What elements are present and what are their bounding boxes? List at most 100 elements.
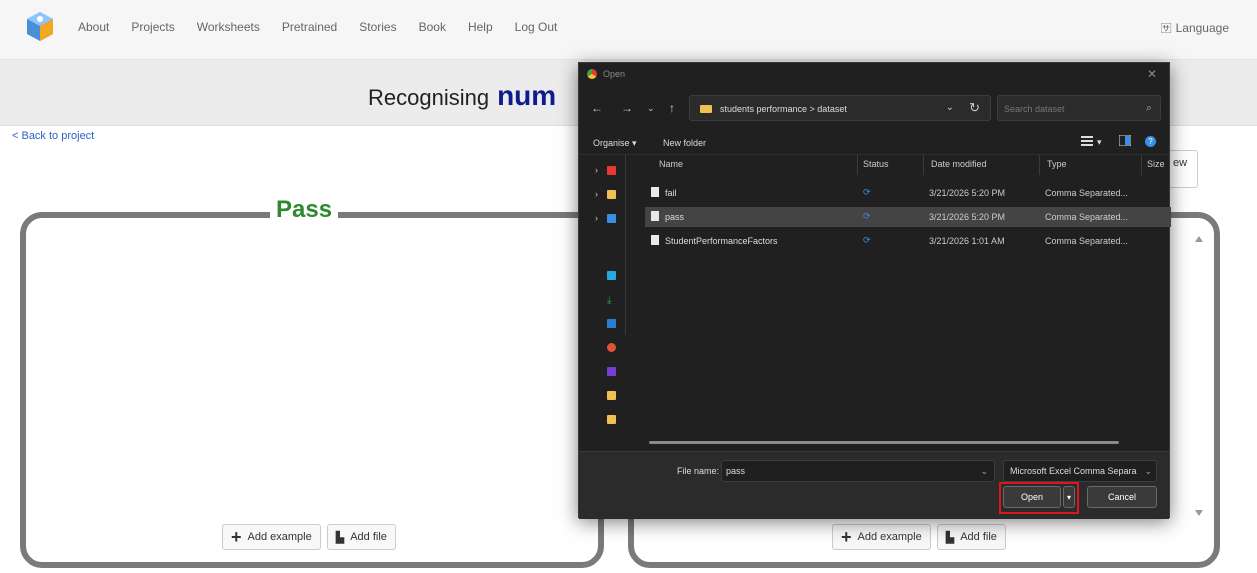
folder-icon [700, 105, 712, 113]
back-arrow-icon[interactable]: ← [591, 101, 603, 115]
recent-chevron-icon[interactable]: ⌄ [647, 103, 655, 114]
open-button[interactable]: Open [1003, 486, 1061, 508]
pass-bucket [20, 212, 604, 568]
this-pc-icon[interactable] [607, 214, 616, 223]
column-separator [1039, 155, 1040, 175]
file-row-selected[interactable]: pass ⟳ 3/21/2026 5:20 PM Comma Separated… [645, 207, 1171, 227]
dialog-toolbar: Organise ▾ New folder ▾ ? [579, 131, 1169, 155]
file-type: Comma Separated... [1045, 188, 1129, 198]
file-name-value: pass [726, 466, 746, 476]
file-type: Comma Separated... [1045, 236, 1129, 246]
scroll-up-arrow-icon[interactable] [1195, 236, 1203, 242]
plus-icon: + [231, 527, 242, 547]
organise-menu[interactable]: Organise ▾ [593, 138, 637, 149]
file-name-label: File name: [677, 466, 720, 476]
folder-icon[interactable] [607, 415, 616, 424]
pass-bucket-label: Pass [270, 196, 339, 224]
file-date: 3/21/2026 5:20 PM [929, 188, 1006, 198]
music-icon[interactable] [607, 343, 616, 352]
sync-icon: ⟳ [863, 211, 871, 221]
expand-chevron-icon[interactable]: › [595, 165, 598, 175]
file-type-value: Microsoft Excel Comma Separa [1010, 466, 1137, 476]
folder-icon[interactable] [607, 391, 616, 400]
chevron-down-icon[interactable]: ⌄ [980, 466, 988, 477]
file-row[interactable]: StudentPerformanceFactors ⟳ 3/21/2026 1:… [645, 231, 1171, 251]
expand-chevron-icon[interactable]: › [595, 213, 598, 223]
nav-worksheets[interactable]: Worksheets [197, 20, 260, 34]
language-label: Language [1175, 21, 1229, 35]
dialog-footer: File name: pass ⌄ Microsoft Excel Comma … [579, 451, 1169, 519]
address-bar[interactable]: students performance > dataset ⌄ ↻ [689, 95, 991, 121]
dialog-titlebar: Open ✕ [579, 63, 1169, 85]
nav-logout[interactable]: Log Out [515, 20, 558, 34]
file-name: fail [665, 188, 677, 198]
add-file-button-right[interactable]: ▙ Add file [936, 524, 1006, 550]
column-separator [1141, 155, 1142, 175]
column-type[interactable]: Type [1047, 159, 1067, 169]
column-status[interactable]: Status [863, 159, 889, 169]
videos-icon[interactable] [607, 367, 616, 376]
column-separator [857, 155, 858, 175]
translate-icon: 🈂 [1160, 23, 1172, 35]
nav-projects[interactable]: Projects [131, 20, 174, 34]
refresh-icon[interactable]: ↻ [969, 100, 980, 116]
nav-about[interactable]: About [78, 20, 109, 34]
expand-chevron-icon[interactable]: › [595, 189, 598, 199]
search-input[interactable]: Search dataset ⌕ [997, 95, 1161, 121]
preview-pane-icon[interactable] [1119, 135, 1131, 146]
column-name[interactable]: Name [659, 159, 683, 169]
file-name: pass [665, 212, 685, 222]
file-name-input[interactable]: pass ⌄ [721, 460, 995, 482]
chevron-down-icon: ⌄ [1144, 466, 1152, 476]
file-date: 3/21/2026 1:01 AM [929, 236, 1005, 246]
view-chevron-icon[interactable]: ▾ [1097, 137, 1102, 148]
file-icon [651, 187, 659, 197]
language-selector[interactable]: 🈂 Language [1161, 20, 1229, 36]
folder-icon[interactable] [607, 190, 616, 199]
add-file-label: Add file [350, 531, 387, 543]
address-chevron-icon[interactable]: ⌄ [946, 102, 954, 113]
home-icon[interactable] [607, 166, 616, 175]
cancel-button[interactable]: Cancel [1087, 486, 1157, 508]
horizontal-scrollbar[interactable] [649, 441, 1119, 444]
nav-book[interactable]: Book [419, 20, 446, 34]
file-icon: ▙ [945, 531, 955, 544]
nav-pretrained[interactable]: Pretrained [282, 20, 337, 34]
file-icon [651, 211, 659, 221]
column-date-modified[interactable]: Date modified [931, 159, 987, 169]
forward-arrow-icon[interactable]: → [621, 101, 633, 115]
add-example-label: Add example [857, 531, 922, 543]
desktop-icon[interactable] [607, 271, 616, 280]
open-dropdown-icon[interactable]: ▾ [1063, 486, 1075, 508]
file-icon: ▙ [335, 531, 345, 544]
file-icon [651, 235, 659, 245]
up-arrow-icon[interactable]: ↑ [669, 101, 675, 115]
sync-icon: ⟳ [863, 187, 871, 197]
back-to-project-link[interactable]: < Back to project [12, 130, 94, 142]
nav-help[interactable]: Help [468, 20, 493, 34]
add-file-label: Add file [960, 531, 997, 543]
downloads-icon[interactable]: ⤓ [607, 295, 616, 306]
title-prefix: Recognising [368, 85, 490, 110]
nav-pane-divider [625, 155, 626, 335]
new-folder-button[interactable]: New folder [663, 138, 706, 148]
help-icon[interactable]: ? [1145, 136, 1156, 147]
close-icon[interactable]: ✕ [1147, 67, 1157, 81]
pictures-icon[interactable] [607, 319, 616, 328]
file-type: Comma Separated... [1045, 212, 1129, 222]
add-example-button-pass[interactable]: + Add example [222, 524, 321, 550]
navigation-pane: › › › ⤓ [579, 155, 627, 439]
view-options-icon[interactable] [1081, 135, 1093, 146]
open-file-dialog: Open ✕ ← → ⌄ ↑ students performance > da… [578, 62, 1171, 519]
file-type-select[interactable]: Microsoft Excel Comma Separa ⌄ [1003, 460, 1157, 482]
column-size[interactable]: Size [1147, 159, 1165, 169]
scroll-down-arrow-icon[interactable] [1195, 510, 1203, 516]
file-row[interactable]: fail ⟳ 3/21/2026 5:20 PM Comma Separated… [645, 183, 1171, 203]
add-file-button-pass[interactable]: ▙ Add file [326, 524, 396, 550]
dialog-title: Open [603, 69, 626, 79]
page-title: Recognising num [368, 80, 556, 112]
add-example-button-right[interactable]: + Add example [832, 524, 931, 550]
nav-stories[interactable]: Stories [359, 20, 396, 34]
sync-icon: ⟳ [863, 235, 871, 245]
ml4k-logo-icon[interactable] [24, 10, 56, 42]
